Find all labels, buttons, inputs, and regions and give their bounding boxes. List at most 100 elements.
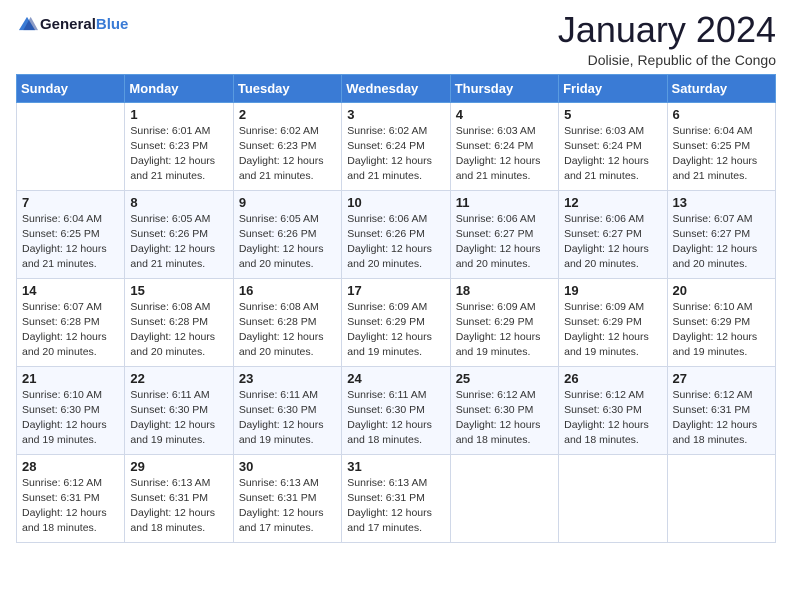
day-cell: 13Sunrise: 6:07 AM Sunset: 6:27 PM Dayli… [667, 190, 775, 278]
title-block: January 2024 Dolisie, Republic of the Co… [558, 10, 776, 68]
day-number: 12 [564, 195, 661, 210]
day-info: Sunrise: 6:06 AM Sunset: 6:26 PM Dayligh… [347, 212, 444, 273]
day-cell: 4 Sunrise: 6:03 AM Sunset: 6:24 PM Daylig… [450, 102, 558, 190]
day-cell: 1 Sunrise: 6:01 AM Sunset: 6:23 PM Daylig… [125, 102, 233, 190]
day-number: 19 [564, 283, 661, 298]
day-info: Sunrise: 6:12 AM Sunset: 6:30 PM Dayligh… [456, 388, 553, 449]
day-info: Sunrise: 6:05 AM Sunset: 6:26 PM Dayligh… [130, 212, 227, 273]
day-info: Sunrise: 6:10 AM Sunset: 6:29 PM Dayligh… [673, 300, 770, 361]
weekday-header-wednesday: Wednesday [342, 74, 450, 102]
day-cell: 17 Sunrise: 6:09 AM Sunset: 6:29 PM Dayli… [342, 278, 450, 366]
day-number: 15 [130, 283, 227, 298]
weekday-header-row: SundayMondayTuesdayWednesdayThursdayFrid… [17, 74, 776, 102]
day-number: 8 [130, 195, 227, 210]
logo: GeneralBlue [16, 10, 128, 36]
day-cell: 25Sunrise: 6:12 AM Sunset: 6:30 PM Dayli… [450, 366, 558, 454]
day-cell: 12 Sunrise: 6:06 AM Sunset: 6:27 PM Dayli… [559, 190, 667, 278]
day-cell: 23Sunrise: 6:11 AM Sunset: 6:30 PM Dayli… [233, 366, 341, 454]
day-cell: 15Sunrise: 6:08 AM Sunset: 6:28 PM Dayli… [125, 278, 233, 366]
day-number: 22 [130, 371, 227, 386]
day-number: 20 [673, 283, 770, 298]
day-number: 18 [456, 283, 553, 298]
day-cell: 22 Sunrise: 6:11 AM Sunset: 6:30 PM Dayli… [125, 366, 233, 454]
day-cell: 20 Sunrise: 6:10 AM Sunset: 6:29 PM Dayli… [667, 278, 775, 366]
weekday-header-sunday: Sunday [17, 74, 125, 102]
day-cell: 9 Sunrise: 6:05 AM Sunset: 6:26 PM Daylig… [233, 190, 341, 278]
day-number: 21 [22, 371, 119, 386]
day-number: 5 [564, 107, 661, 122]
day-info: Sunrise: 6:01 AM Sunset: 6:23 PM Dayligh… [130, 124, 227, 185]
day-info: Sunrise: 6:09 AM Sunset: 6:29 PM Dayligh… [564, 300, 661, 361]
day-info: Sunrise: 6:06 AM Sunset: 6:27 PM Dayligh… [564, 212, 661, 273]
day-info: Sunrise: 6:11 AM Sunset: 6:30 PM Dayligh… [239, 388, 336, 449]
day-number: 7 [22, 195, 119, 210]
day-cell: 2Sunrise: 6:02 AM Sunset: 6:23 PM Daylig… [233, 102, 341, 190]
day-cell: 3 Sunrise: 6:02 AM Sunset: 6:24 PM Daylig… [342, 102, 450, 190]
weekday-header-thursday: Thursday [450, 74, 558, 102]
day-number: 4 [456, 107, 553, 122]
weekday-header-saturday: Saturday [667, 74, 775, 102]
day-cell [450, 454, 558, 542]
day-number: 26 [564, 371, 661, 386]
week-row-4: 21Sunrise: 6:10 AM Sunset: 6:30 PM Dayli… [17, 366, 776, 454]
day-cell: 30Sunrise: 6:13 AM Sunset: 6:31 PM Dayli… [233, 454, 341, 542]
weekday-header-tuesday: Tuesday [233, 74, 341, 102]
day-number: 17 [347, 283, 444, 298]
day-cell: 27 Sunrise: 6:12 AM Sunset: 6:31 PM Dayli… [667, 366, 775, 454]
day-number: 11 [456, 195, 553, 210]
day-cell: 10 Sunrise: 6:06 AM Sunset: 6:26 PM Dayli… [342, 190, 450, 278]
day-cell: 8 Sunrise: 6:05 AM Sunset: 6:26 PM Daylig… [125, 190, 233, 278]
day-info: Sunrise: 6:13 AM Sunset: 6:31 PM Dayligh… [130, 476, 227, 537]
day-info: Sunrise: 6:03 AM Sunset: 6:24 PM Dayligh… [564, 124, 661, 185]
day-info: Sunrise: 6:07 AM Sunset: 6:28 PM Dayligh… [22, 300, 119, 361]
day-number: 3 [347, 107, 444, 122]
day-number: 16 [239, 283, 336, 298]
day-cell: 16 Sunrise: 6:08 AM Sunset: 6:28 PM Dayli… [233, 278, 341, 366]
week-row-1: 1 Sunrise: 6:01 AM Sunset: 6:23 PM Daylig… [17, 102, 776, 190]
weekday-header-monday: Monday [125, 74, 233, 102]
day-number: 1 [130, 107, 227, 122]
day-cell: 5 Sunrise: 6:03 AM Sunset: 6:24 PM Daylig… [559, 102, 667, 190]
day-number: 28 [22, 459, 119, 474]
header: GeneralBlue January 2024 Dolisie, Republ… [16, 10, 776, 68]
day-info: Sunrise: 6:12 AM Sunset: 6:31 PM Dayligh… [673, 388, 770, 449]
day-number: 24 [347, 371, 444, 386]
day-info: Sunrise: 6:03 AM Sunset: 6:24 PM Dayligh… [456, 124, 553, 185]
day-cell: 21Sunrise: 6:10 AM Sunset: 6:30 PM Dayli… [17, 366, 125, 454]
day-info: Sunrise: 6:05 AM Sunset: 6:26 PM Dayligh… [239, 212, 336, 273]
day-info: Sunrise: 6:02 AM Sunset: 6:24 PM Dayligh… [347, 124, 444, 185]
day-number: 9 [239, 195, 336, 210]
day-info: Sunrise: 6:12 AM Sunset: 6:30 PM Dayligh… [564, 388, 661, 449]
day-cell: 7 Sunrise: 6:04 AM Sunset: 6:25 PM Daylig… [17, 190, 125, 278]
week-row-5: 28Sunrise: 6:12 AM Sunset: 6:31 PM Dayli… [17, 454, 776, 542]
day-info: Sunrise: 6:11 AM Sunset: 6:30 PM Dayligh… [130, 388, 227, 449]
day-number: 14 [22, 283, 119, 298]
location: Dolisie, Republic of the Congo [558, 52, 776, 68]
day-info: Sunrise: 6:04 AM Sunset: 6:25 PM Dayligh… [22, 212, 119, 273]
day-info: Sunrise: 6:09 AM Sunset: 6:29 PM Dayligh… [456, 300, 553, 361]
day-cell: 11Sunrise: 6:06 AM Sunset: 6:27 PM Dayli… [450, 190, 558, 278]
day-number: 31 [347, 459, 444, 474]
day-info: Sunrise: 6:09 AM Sunset: 6:29 PM Dayligh… [347, 300, 444, 361]
day-cell: 18 Sunrise: 6:09 AM Sunset: 6:29 PM Dayli… [450, 278, 558, 366]
day-info: Sunrise: 6:13 AM Sunset: 6:31 PM Dayligh… [347, 476, 444, 537]
weekday-header-friday: Friday [559, 74, 667, 102]
day-info: Sunrise: 6:11 AM Sunset: 6:30 PM Dayligh… [347, 388, 444, 449]
day-number: 29 [130, 459, 227, 474]
day-cell [667, 454, 775, 542]
day-number: 27 [673, 371, 770, 386]
page: GeneralBlue January 2024 Dolisie, Republ… [0, 0, 792, 612]
logo-text: GeneralBlue [40, 17, 128, 34]
day-number: 30 [239, 459, 336, 474]
day-info: Sunrise: 6:08 AM Sunset: 6:28 PM Dayligh… [239, 300, 336, 361]
day-number: 10 [347, 195, 444, 210]
week-row-2: 7 Sunrise: 6:04 AM Sunset: 6:25 PM Daylig… [17, 190, 776, 278]
day-cell: 28Sunrise: 6:12 AM Sunset: 6:31 PM Dayli… [17, 454, 125, 542]
day-cell: 19 Sunrise: 6:09 AM Sunset: 6:29 PM Dayli… [559, 278, 667, 366]
month-title: January 2024 [558, 10, 776, 50]
day-cell: 26 Sunrise: 6:12 AM Sunset: 6:30 PM Dayli… [559, 366, 667, 454]
day-cell: 29 Sunrise: 6:13 AM Sunset: 6:31 PM Dayli… [125, 454, 233, 542]
day-cell [17, 102, 125, 190]
day-cell: 24 Sunrise: 6:11 AM Sunset: 6:30 PM Dayli… [342, 366, 450, 454]
calendar-table: SundayMondayTuesdayWednesdayThursdayFrid… [16, 74, 776, 543]
